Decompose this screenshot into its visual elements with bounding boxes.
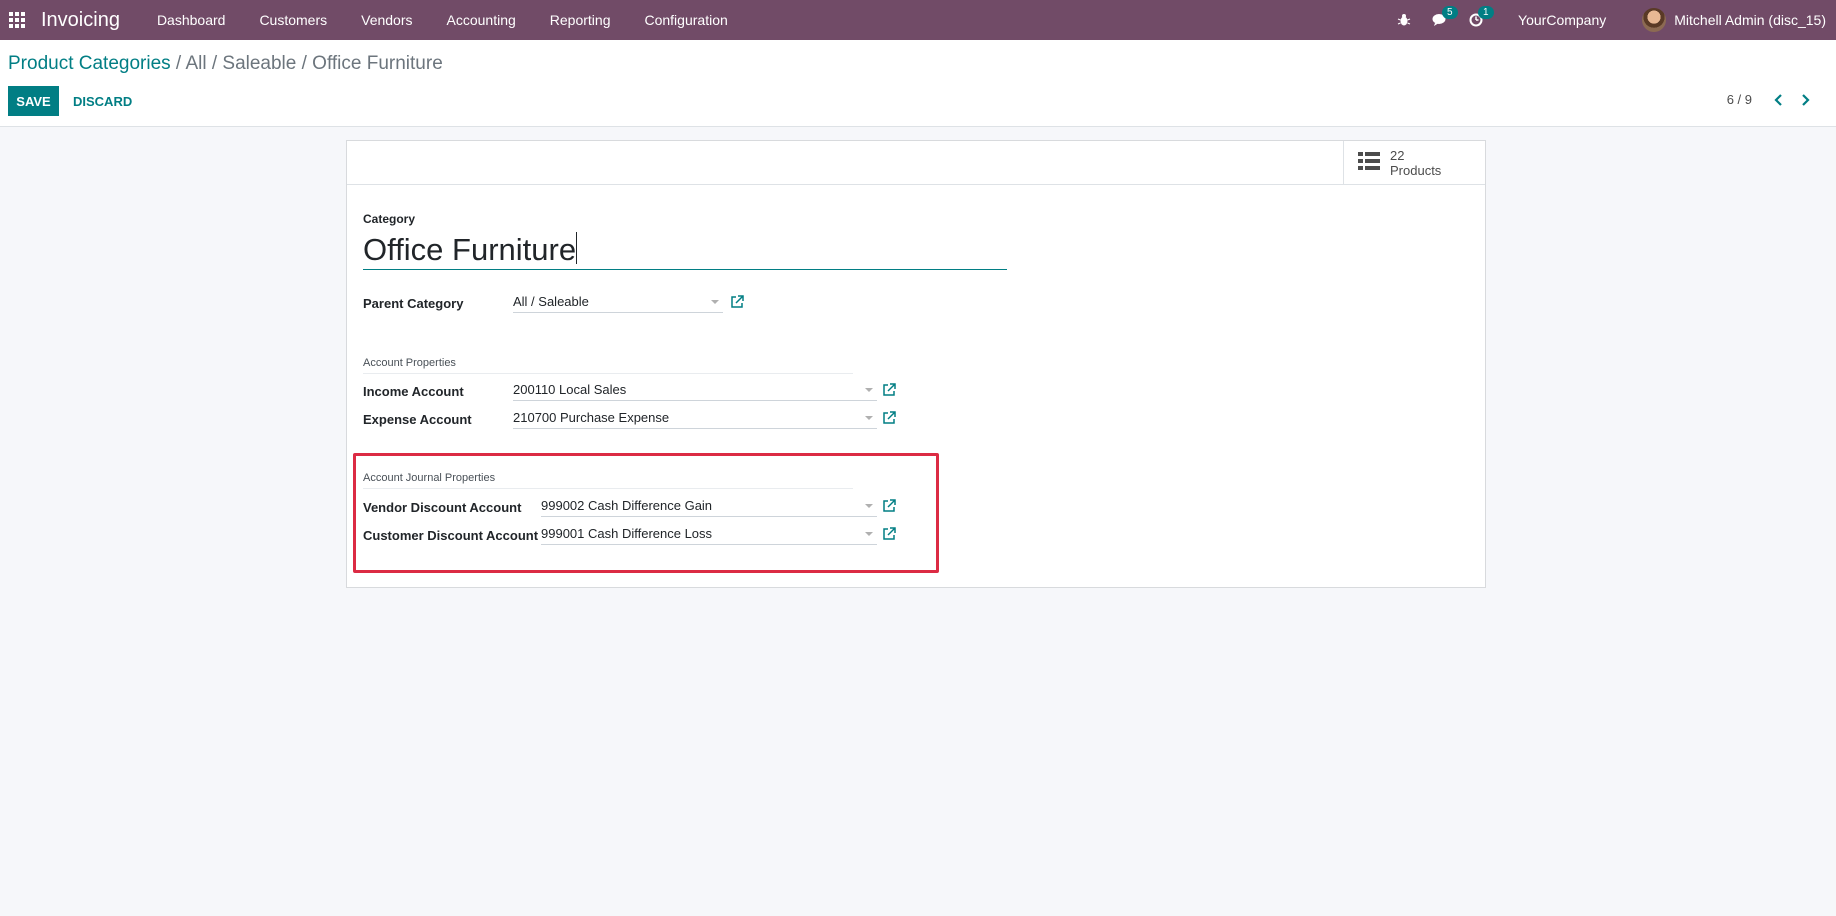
menu-customers[interactable]: Customers	[259, 12, 327, 28]
journal-properties-title: Account Journal Properties	[363, 472, 853, 489]
apps-menu-icon[interactable]	[0, 0, 34, 40]
menu-accounting[interactable]: Accounting	[447, 12, 516, 28]
vendor-discount-value: 999002 Cash Difference Gain	[541, 498, 713, 513]
pager-value[interactable]: 6 / 9	[1727, 92, 1752, 107]
app-name[interactable]: Invoicing	[41, 9, 120, 32]
expense-account-label: Expense Account	[363, 412, 472, 427]
menu-reporting[interactable]: Reporting	[550, 12, 611, 28]
text-caret	[576, 232, 578, 264]
customer-discount-field[interactable]: 999001 Cash Difference Loss	[541, 523, 877, 545]
parent-category-value: All / Saleable	[513, 294, 589, 309]
category-label: Category	[363, 212, 416, 226]
category-name-input[interactable]: Office Furniture	[363, 230, 1007, 270]
pager-previous-icon[interactable]	[1768, 90, 1788, 110]
income-account-field[interactable]: 200110 Local Sales	[513, 379, 877, 401]
messages-chat-icon[interactable]: 5	[1428, 0, 1458, 40]
breadcrumb-current: / All / Saleable / Office Furniture	[170, 53, 443, 74]
dropdown-caret-icon	[865, 504, 873, 508]
external-link-icon[interactable]	[730, 295, 744, 309]
dropdown-caret-icon	[865, 388, 873, 392]
dropdown-caret-icon	[865, 532, 873, 536]
debug-bug-icon[interactable]	[1392, 0, 1416, 40]
messages-count-badge: 5	[1442, 6, 1458, 19]
user-avatar[interactable]	[1642, 8, 1667, 32]
menu-dashboard[interactable]: Dashboard	[157, 12, 226, 28]
top-navbar: Invoicing Dashboard Customers Vendors Ac…	[0, 0, 1836, 40]
products-label: Products	[1390, 163, 1442, 178]
customer-discount-value: 999001 Cash Difference Loss	[541, 526, 713, 541]
company-switcher[interactable]: YourCompany	[1518, 12, 1606, 28]
form-sheet: 22 Products Category Office Furniture Pa…	[346, 140, 1486, 588]
vendor-discount-label: Vendor Discount Account	[363, 500, 522, 515]
button-box: 22 Products	[347, 141, 1485, 185]
external-link-icon[interactable]	[882, 499, 896, 513]
external-link-icon[interactable]	[882, 411, 896, 425]
products-count: 22	[1390, 148, 1405, 163]
account-properties-title: Account Properties	[363, 357, 853, 374]
customer-discount-label: Customer Discount Account	[363, 528, 539, 543]
list-icon	[1358, 151, 1380, 175]
dropdown-caret-icon	[711, 300, 719, 304]
parent-category-field[interactable]: All / Saleable	[513, 291, 723, 313]
save-button[interactable]: SAVE	[8, 86, 59, 116]
parent-category-label: Parent Category	[363, 296, 464, 311]
vendor-discount-field[interactable]: 999002 Cash Difference Gain	[541, 495, 877, 517]
external-link-icon[interactable]	[882, 383, 896, 397]
activities-clock-icon[interactable]: 1	[1464, 0, 1494, 40]
expense-account-field[interactable]: 210700 Purchase Expense	[513, 407, 877, 429]
products-smart-button[interactable]: 22 Products	[1343, 141, 1485, 185]
breadcrumb: Product Categories / All / Saleable / Of…	[8, 53, 443, 75]
expense-account-value: 210700 Purchase Expense	[513, 410, 670, 425]
menu-vendors[interactable]: Vendors	[361, 12, 412, 28]
income-account-label: Income Account	[363, 384, 464, 399]
income-account-value: 200110 Local Sales	[513, 382, 627, 397]
category-name-value: Office Furniture	[363, 232, 577, 267]
discard-button[interactable]: DISCARD	[73, 86, 132, 116]
external-link-icon[interactable]	[882, 527, 896, 541]
menu-configuration[interactable]: Configuration	[644, 12, 727, 28]
breadcrumb-product-categories[interactable]: Product Categories	[8, 53, 171, 74]
user-menu[interactable]: Mitchell Admin (disc_15)	[1674, 12, 1826, 28]
dropdown-caret-icon	[865, 416, 873, 420]
pager-next-icon[interactable]	[1796, 90, 1816, 110]
control-panel: Product Categories / All / Saleable / Of…	[0, 40, 1836, 127]
activities-count-badge: 1	[1478, 6, 1494, 19]
